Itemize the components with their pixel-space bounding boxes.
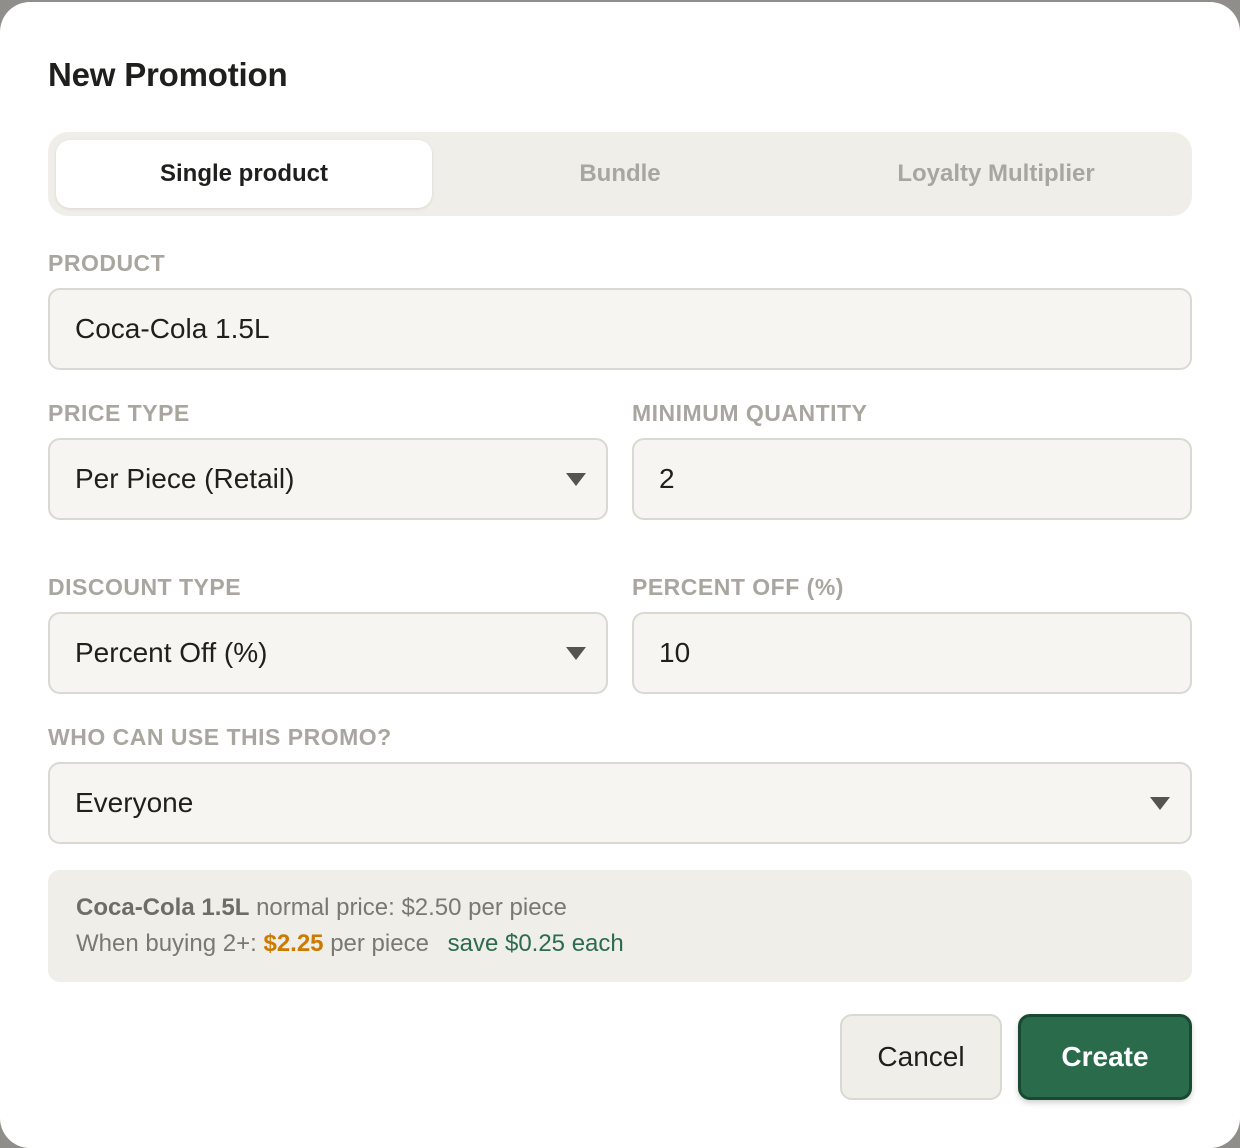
chevron-down-icon [566, 647, 586, 660]
dialog-title: New Promotion [48, 56, 288, 93]
summary-promo-price: $2.25 [263, 930, 324, 957]
chevron-down-icon [566, 473, 586, 486]
audience-value: Everyone [75, 787, 194, 818]
audience-label: WHO CAN USE THIS PROMO? [48, 724, 392, 750]
tab-loyalty-multiplier[interactable]: Loyalty Multiplier [808, 140, 1184, 208]
minimum-quantity-value: 2 [659, 463, 675, 494]
product-value: Coca-Cola 1.5L [75, 313, 270, 344]
summary-line-promo: When buying 2+: $2.25 per piece save $0.… [76, 926, 1164, 962]
percent-off-label: PERCENT OFF (%) [632, 574, 844, 600]
price-type-label: PRICE TYPE [48, 400, 190, 426]
discount-type-select[interactable]: Percent Off (%) [48, 612, 608, 694]
create-button[interactable]: Create [1018, 1014, 1192, 1100]
promotion-type-tabs: Single product Bundle Loyalty Multiplier [48, 132, 1192, 216]
summary-per-piece: per piece [330, 930, 429, 957]
price-type-value: Per Piece (Retail) [75, 463, 295, 494]
summary-savings: save $0.25 each [447, 930, 624, 957]
minimum-quantity-label: MINIMUM QUANTITY [632, 400, 868, 426]
summary-normal-price: normal price: $2.50 per piece [256, 894, 567, 921]
summary-product-name: Coca-Cola 1.5L [76, 894, 250, 921]
new-promotion-dialog: New Promotion Single product Bundle Loya… [0, 2, 1240, 1148]
tab-single-product[interactable]: Single product [56, 140, 432, 208]
tab-bundle[interactable]: Bundle [432, 140, 808, 208]
discount-type-value: Percent Off (%) [75, 637, 268, 668]
percent-off-value: 10 [659, 637, 691, 668]
price-summary: Coca-Cola 1.5L normal price: $2.50 per p… [48, 870, 1192, 982]
price-type-select[interactable]: Per Piece (Retail) [48, 438, 608, 520]
summary-when-buying: When buying 2+: [76, 930, 257, 957]
summary-line-normal: Coca-Cola 1.5L normal price: $2.50 per p… [76, 890, 1164, 926]
discount-type-label: DISCOUNT TYPE [48, 574, 242, 600]
minimum-quantity-input[interactable]: 2 [632, 438, 1192, 520]
cancel-button[interactable]: Cancel [840, 1014, 1002, 1100]
chevron-down-icon [1150, 797, 1170, 810]
audience-select[interactable]: Everyone [48, 762, 1192, 844]
product-label: PRODUCT [48, 250, 166, 276]
product-input[interactable]: Coca-Cola 1.5L [48, 288, 1192, 370]
percent-off-input[interactable]: 10 [632, 612, 1192, 694]
